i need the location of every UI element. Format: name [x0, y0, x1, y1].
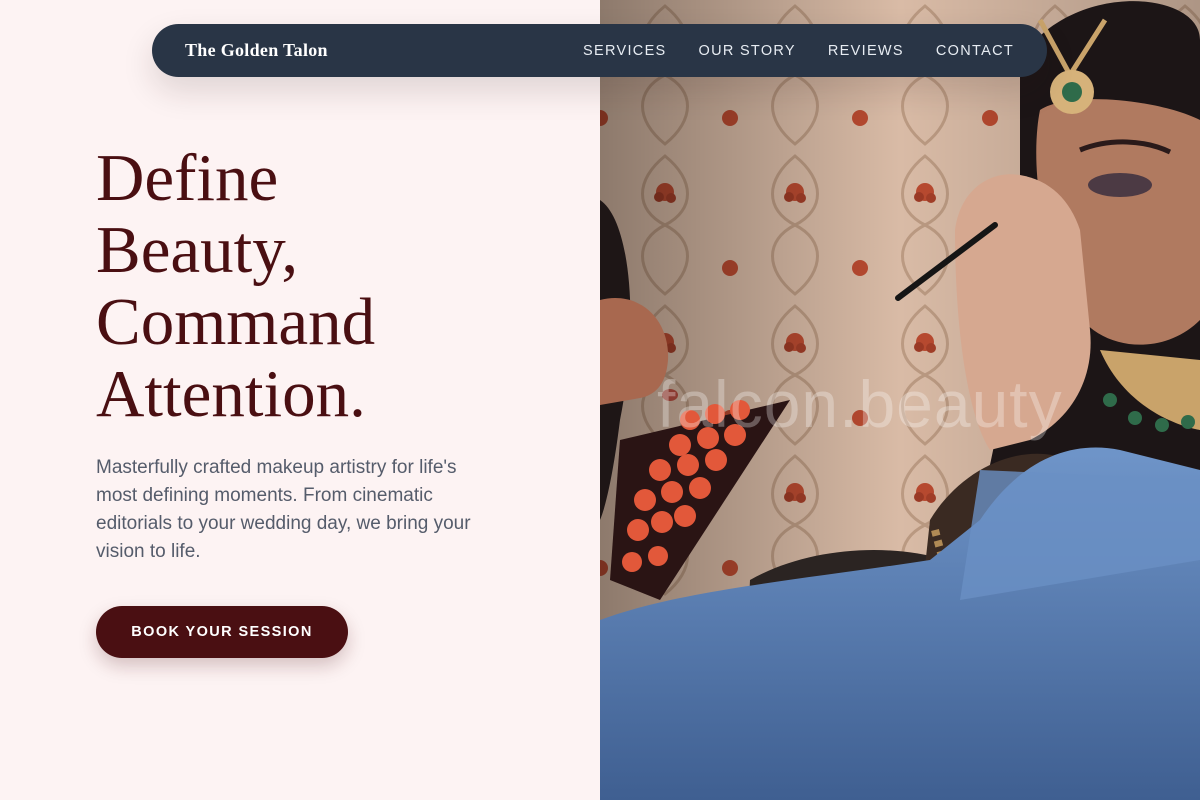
nav-links: SERVICES OUR STORY REVIEWS CONTACT — [583, 24, 1014, 77]
hero-description: Masterfully crafted makeup artistry for … — [96, 457, 471, 562]
nav-link-our-story[interactable]: OUR STORY — [699, 43, 796, 59]
headline-line-2: Beauty, — [96, 213, 299, 287]
headline-line-3: Command — [96, 285, 376, 359]
headline-line-1: Define — [96, 141, 279, 215]
brand-logo[interactable]: The Golden Talon — [185, 24, 328, 77]
hero-headline: Define Beauty, Command Attention. — [96, 142, 566, 430]
nav-link-contact[interactable]: CONTACT — [936, 43, 1014, 59]
headline-line-4: Attention. — [96, 357, 366, 431]
nav-link-reviews[interactable]: REVIEWS — [828, 43, 904, 59]
book-session-button[interactable]: BOOK YOUR SESSION — [96, 606, 348, 658]
top-navbar: The Golden Talon SERVICES OUR STORY REVI… — [152, 24, 1047, 77]
nav-link-services[interactable]: SERVICES — [583, 43, 666, 59]
hero-image — [600, 0, 1200, 800]
